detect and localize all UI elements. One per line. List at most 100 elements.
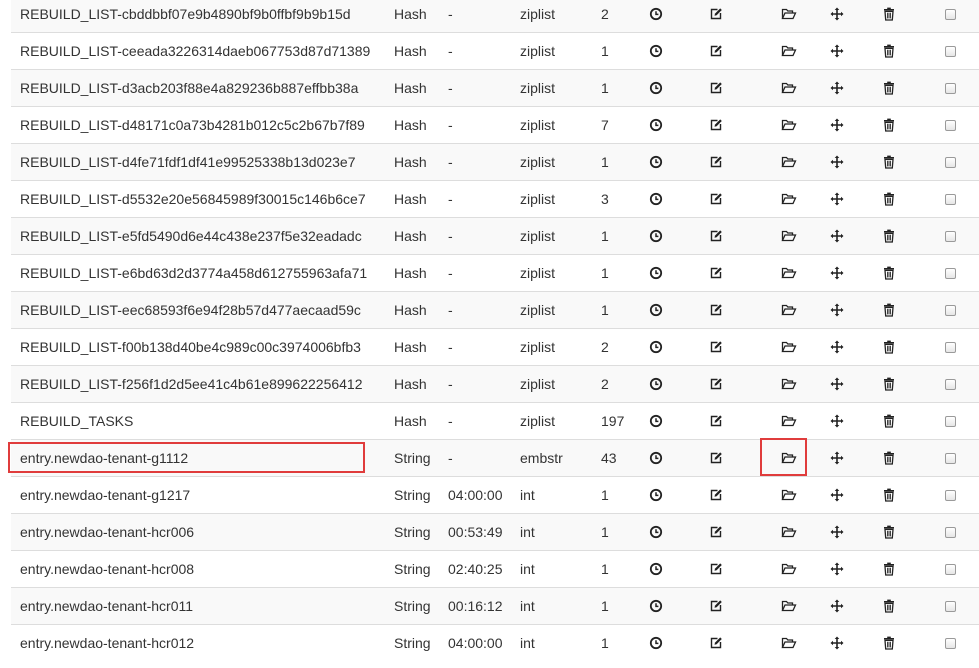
clock-icon[interactable] xyxy=(649,118,663,132)
move-icon[interactable] xyxy=(830,636,844,650)
edit-icon[interactable] xyxy=(709,7,723,21)
move-icon[interactable] xyxy=(830,525,844,539)
folder-open-icon[interactable] xyxy=(781,414,797,428)
edit-icon[interactable] xyxy=(709,81,723,95)
clock-icon[interactable] xyxy=(649,525,663,539)
edit-icon[interactable] xyxy=(709,525,723,539)
trash-icon[interactable] xyxy=(882,377,896,391)
folder-open-icon[interactable] xyxy=(781,599,797,613)
folder-open-icon[interactable] xyxy=(781,451,797,465)
folder-open-icon[interactable] xyxy=(781,81,797,95)
trash-icon[interactable] xyxy=(882,44,896,58)
trash-icon[interactable] xyxy=(882,192,896,206)
key-cell[interactable]: REBUILD_LIST-d3acb203f88e4a829236b887eff… xyxy=(20,70,358,106)
clock-icon[interactable] xyxy=(649,451,663,465)
move-icon[interactable] xyxy=(830,303,844,317)
key-cell[interactable]: entry.newdao-tenant-g1112 xyxy=(20,440,188,476)
move-icon[interactable] xyxy=(830,7,844,21)
row-checkbox[interactable] xyxy=(945,379,956,390)
folder-open-icon[interactable] xyxy=(781,525,797,539)
trash-icon[interactable] xyxy=(882,266,896,280)
move-icon[interactable] xyxy=(830,229,844,243)
folder-open-icon[interactable] xyxy=(781,155,797,169)
trash-icon[interactable] xyxy=(882,303,896,317)
row-checkbox[interactable] xyxy=(945,638,956,649)
key-cell[interactable]: entry.newdao-tenant-hcr011 xyxy=(20,588,193,624)
row-checkbox[interactable] xyxy=(945,9,956,20)
move-icon[interactable] xyxy=(830,488,844,502)
row-checkbox[interactable] xyxy=(945,157,956,168)
clock-icon[interactable] xyxy=(649,81,663,95)
key-cell[interactable]: entry.newdao-tenant-g1217 xyxy=(20,477,190,513)
folder-open-icon[interactable] xyxy=(781,192,797,206)
trash-icon[interactable] xyxy=(882,229,896,243)
key-cell[interactable]: REBUILD_LIST-ceeada3226314daeb067753d87d… xyxy=(20,33,370,69)
row-checkbox[interactable] xyxy=(945,601,956,612)
folder-open-icon[interactable] xyxy=(781,636,797,650)
clock-icon[interactable] xyxy=(649,44,663,58)
key-cell[interactable]: REBUILD_LIST-e5fd5490d6e44c438e237f5e32e… xyxy=(20,218,362,254)
move-icon[interactable] xyxy=(830,44,844,58)
clock-icon[interactable] xyxy=(649,414,663,428)
folder-open-icon[interactable] xyxy=(781,488,797,502)
clock-icon[interactable] xyxy=(649,192,663,206)
clock-icon[interactable] xyxy=(649,636,663,650)
row-checkbox[interactable] xyxy=(945,342,956,353)
folder-open-icon[interactable] xyxy=(781,229,797,243)
trash-icon[interactable] xyxy=(882,414,896,428)
edit-icon[interactable] xyxy=(709,340,723,354)
edit-icon[interactable] xyxy=(709,229,723,243)
edit-icon[interactable] xyxy=(709,636,723,650)
trash-icon[interactable] xyxy=(882,599,896,613)
move-icon[interactable] xyxy=(830,81,844,95)
trash-icon[interactable] xyxy=(882,7,896,21)
clock-icon[interactable] xyxy=(649,488,663,502)
key-cell[interactable]: entry.newdao-tenant-hcr008 xyxy=(20,551,194,587)
folder-open-icon[interactable] xyxy=(781,7,797,21)
row-checkbox[interactable] xyxy=(945,194,956,205)
move-icon[interactable] xyxy=(830,118,844,132)
key-cell[interactable]: REBUILD_LIST-d48171c0a73b4281b012c5c2b67… xyxy=(20,107,365,143)
edit-icon[interactable] xyxy=(709,192,723,206)
row-checkbox[interactable] xyxy=(945,416,956,427)
trash-icon[interactable] xyxy=(882,488,896,502)
move-icon[interactable] xyxy=(830,451,844,465)
trash-icon[interactable] xyxy=(882,340,896,354)
edit-icon[interactable] xyxy=(709,266,723,280)
clock-icon[interactable] xyxy=(649,229,663,243)
row-checkbox[interactable] xyxy=(945,453,956,464)
row-checkbox[interactable] xyxy=(945,527,956,538)
edit-icon[interactable] xyxy=(709,414,723,428)
trash-icon[interactable] xyxy=(882,155,896,169)
row-checkbox[interactable] xyxy=(945,231,956,242)
move-icon[interactable] xyxy=(830,377,844,391)
edit-icon[interactable] xyxy=(709,488,723,502)
folder-open-icon[interactable] xyxy=(781,44,797,58)
clock-icon[interactable] xyxy=(649,562,663,576)
edit-icon[interactable] xyxy=(709,303,723,317)
row-checkbox[interactable] xyxy=(945,120,956,131)
key-cell[interactable]: REBUILD_LIST-eec68593f6e94f28b57d477aeca… xyxy=(20,292,361,328)
key-cell[interactable]: REBUILD_LIST-cbddbbf07e9b4890bf9b0ffbf9b… xyxy=(20,0,351,32)
key-cell[interactable]: REBUILD_LIST-d4fe71fdf1df41e99525338b13d… xyxy=(20,144,356,180)
move-icon[interactable] xyxy=(830,414,844,428)
folder-open-icon[interactable] xyxy=(781,562,797,576)
clock-icon[interactable] xyxy=(649,266,663,280)
key-cell[interactable]: entry.newdao-tenant-hcr012 xyxy=(20,625,194,661)
folder-open-icon[interactable] xyxy=(781,303,797,317)
edit-icon[interactable] xyxy=(709,118,723,132)
row-checkbox[interactable] xyxy=(945,83,956,94)
trash-icon[interactable] xyxy=(882,562,896,576)
folder-open-icon[interactable] xyxy=(781,118,797,132)
key-cell[interactable]: REBUILD_LIST-f00b138d40be4c989c00c397400… xyxy=(20,329,361,365)
edit-icon[interactable] xyxy=(709,44,723,58)
move-icon[interactable] xyxy=(830,340,844,354)
move-icon[interactable] xyxy=(830,562,844,576)
row-checkbox[interactable] xyxy=(945,268,956,279)
trash-icon[interactable] xyxy=(882,451,896,465)
key-cell[interactable]: REBUILD_TASKS xyxy=(20,403,133,439)
key-cell[interactable]: entry.newdao-tenant-hcr006 xyxy=(20,514,194,550)
edit-icon[interactable] xyxy=(709,377,723,391)
trash-icon[interactable] xyxy=(882,525,896,539)
key-cell[interactable]: REBUILD_LIST-d5532e20e56845989f30015c146… xyxy=(20,181,366,217)
